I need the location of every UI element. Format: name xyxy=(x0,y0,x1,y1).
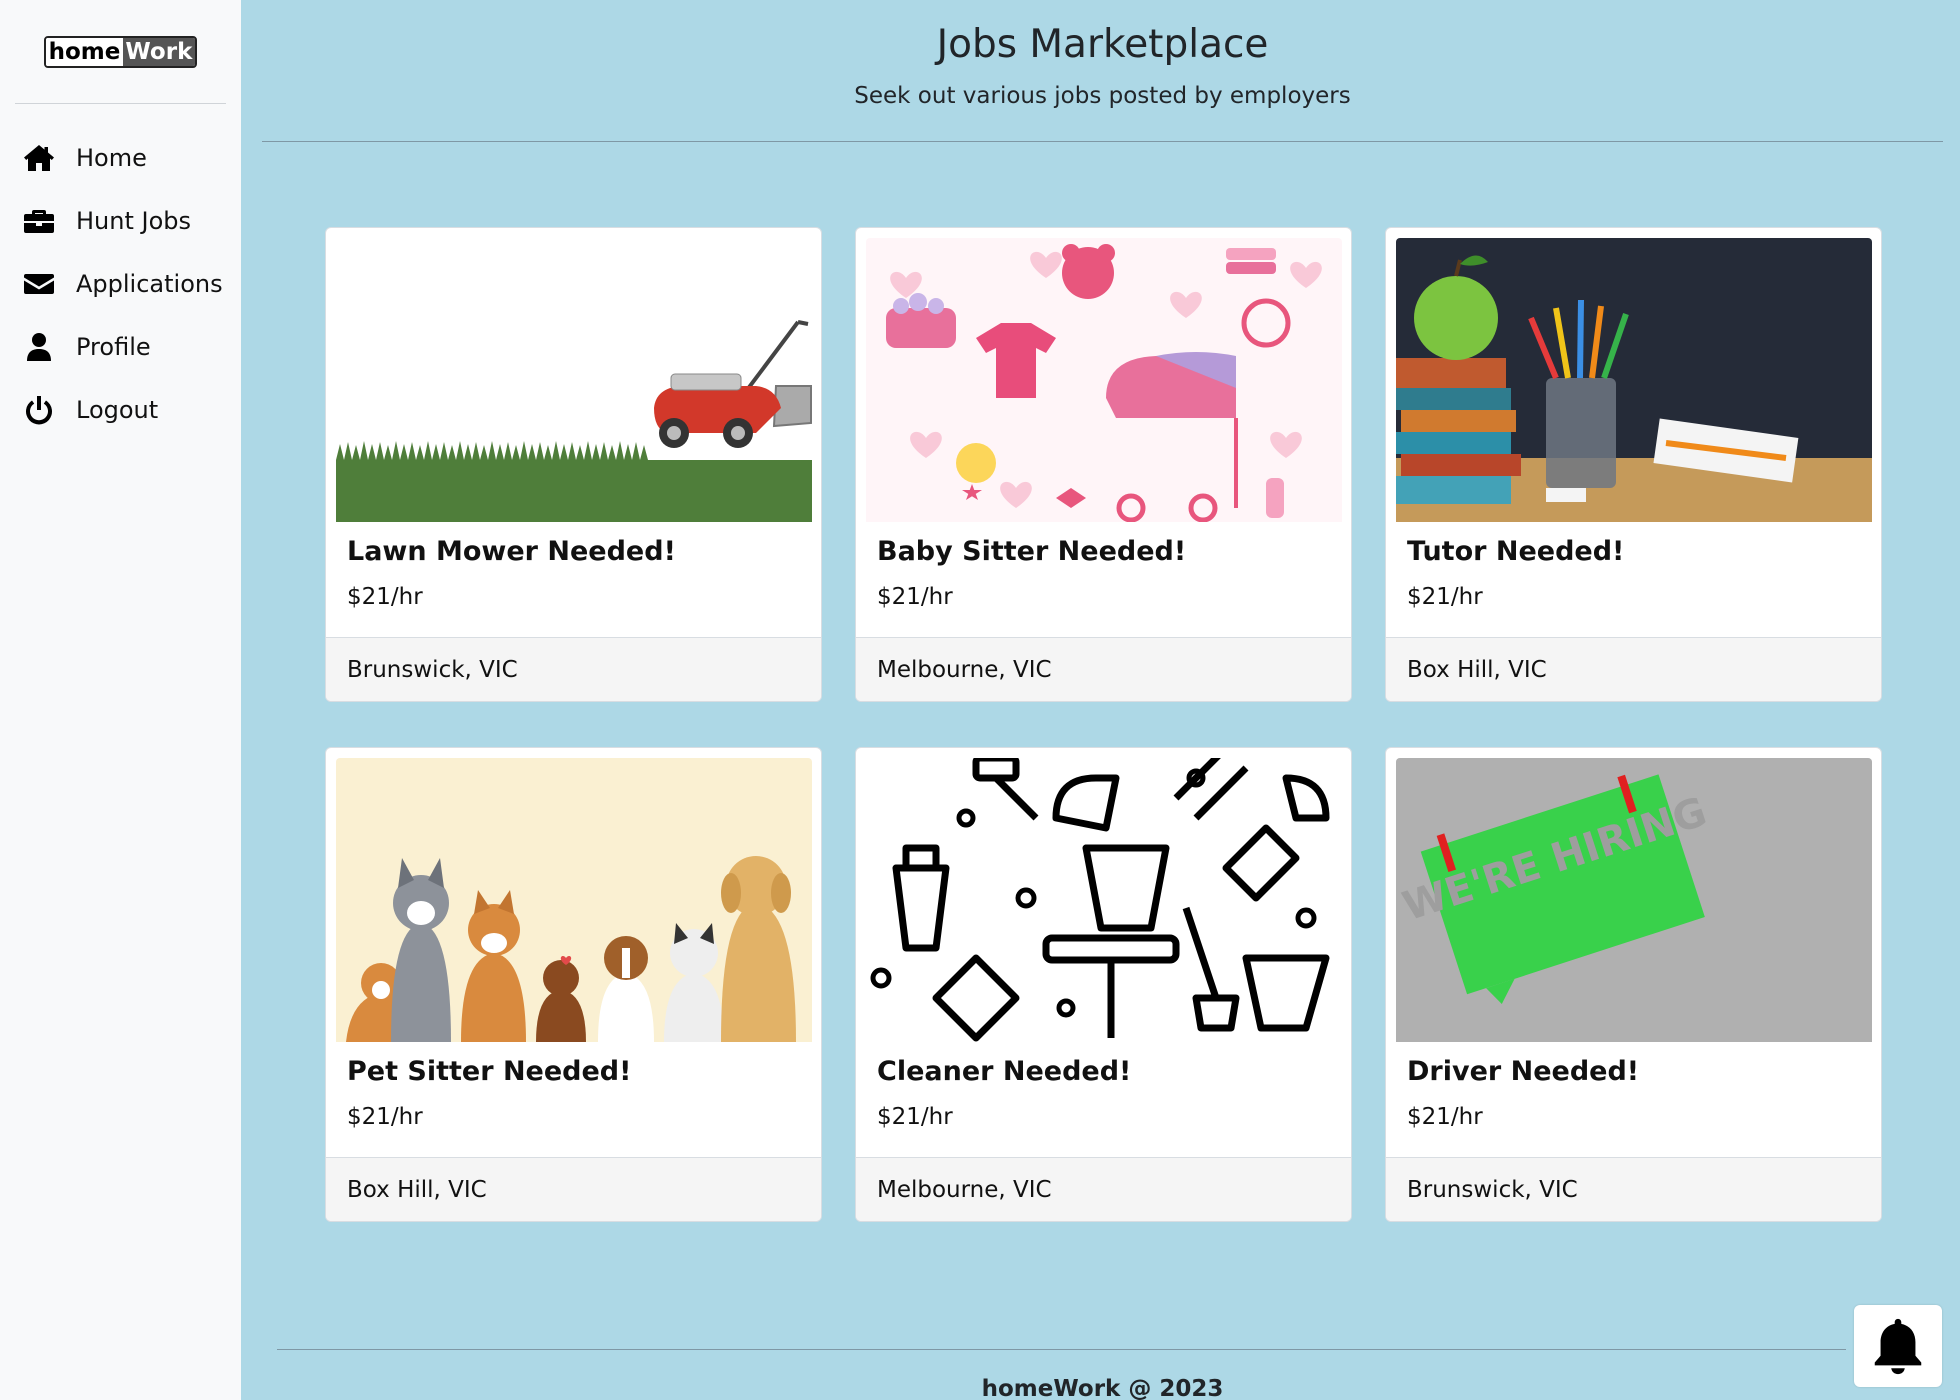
baby-pattern-image xyxy=(866,238,1342,522)
job-location: Melbourne, VIC xyxy=(856,637,1351,701)
job-title: Driver Needed! xyxy=(1407,1056,1640,1087)
sidebar-nav: Home Hunt Jobs Applications Profile Logo… xyxy=(0,126,241,441)
job-rate: $21/hr xyxy=(347,584,423,610)
page-subtitle: Seek out various jobs posted by employer… xyxy=(854,83,1351,109)
job-location: Box Hill, VIC xyxy=(326,1157,821,1221)
page-title: Jobs Marketplace xyxy=(936,22,1269,67)
job-card[interactable]: WE'RE HIRING Driver Needed! $21/hr Bruns… xyxy=(1385,747,1882,1222)
job-card[interactable]: Pet Sitter Needed! $21/hr Box Hill, VIC xyxy=(325,747,822,1222)
job-rate: $21/hr xyxy=(877,1104,953,1130)
sidebar-item-label: Hunt Jobs xyxy=(76,206,192,235)
sidebar-item-home[interactable]: Home xyxy=(0,126,241,189)
job-rate: $21/hr xyxy=(1407,1104,1483,1130)
job-title: Pet Sitter Needed! xyxy=(347,1056,632,1087)
job-title: Cleaner Needed! xyxy=(877,1056,1132,1087)
brand-logo-part2: Work xyxy=(123,37,196,66)
sidebar-item-label: Profile xyxy=(76,332,151,361)
job-title: Tutor Needed! xyxy=(1407,536,1625,567)
brand-logo[interactable]: home Work xyxy=(43,35,198,68)
cleaning-pattern-image xyxy=(866,758,1342,1042)
page-header: Jobs Marketplace Seek out various jobs p… xyxy=(262,0,1943,142)
sidebar-item-hunt-jobs[interactable]: Hunt Jobs xyxy=(0,189,241,252)
home-icon xyxy=(22,141,56,175)
notification-button[interactable] xyxy=(1854,1305,1942,1387)
brand-logo-wrap: home Work xyxy=(15,0,226,104)
lawn-mower-image xyxy=(336,238,812,522)
job-location: Brunswick, VIC xyxy=(326,637,821,701)
sidebar-item-logout[interactable]: Logout xyxy=(0,378,241,441)
sidebar-item-applications[interactable]: Applications xyxy=(0,252,241,315)
job-title: Lawn Mower Needed! xyxy=(347,536,676,567)
briefcase-icon xyxy=(22,204,56,238)
user-icon xyxy=(22,330,56,364)
job-title: Baby Sitter Needed! xyxy=(877,536,1187,567)
sidebar-item-label: Logout xyxy=(76,395,159,424)
school-supplies-image xyxy=(1396,238,1872,522)
job-rate: $21/hr xyxy=(347,1104,423,1130)
power-icon xyxy=(22,393,56,427)
envelope-icon xyxy=(22,267,56,301)
brand-logo-part1: home xyxy=(45,37,124,66)
job-card[interactable]: Lawn Mower Needed! $21/hr Brunswick, VIC xyxy=(325,227,822,702)
sidebar-item-label: Home xyxy=(76,143,147,172)
job-location: Melbourne, VIC xyxy=(856,1157,1351,1221)
job-location: Brunswick, VIC xyxy=(1386,1157,1881,1221)
sidebar: home Work Home Hunt Jobs Applications Pr… xyxy=(0,0,241,1400)
job-rate: $21/hr xyxy=(1407,584,1483,610)
job-location: Box Hill, VIC xyxy=(1386,637,1881,701)
job-card[interactable]: Baby Sitter Needed! $21/hr Melbourne, VI… xyxy=(855,227,1352,702)
dogs-image xyxy=(336,758,812,1042)
were-hiring-image: WE'RE HIRING xyxy=(1396,758,1872,1042)
job-card[interactable]: Cleaner Needed! $21/hr Melbourne, VIC xyxy=(855,747,1352,1222)
sidebar-item-label: Applications xyxy=(76,269,223,298)
sidebar-item-profile[interactable]: Profile xyxy=(0,315,241,378)
job-rate: $21/hr xyxy=(877,584,953,610)
job-card-grid: Lawn Mower Needed! $21/hr Brunswick, VIC xyxy=(325,227,1882,1222)
job-card[interactable]: Tutor Needed! $21/hr Box Hill, VIC xyxy=(1385,227,1882,702)
footer-copyright: homeWork @ 2023 xyxy=(981,1376,1224,1400)
footer-divider xyxy=(277,1349,1846,1350)
bell-icon xyxy=(1874,1318,1922,1375)
